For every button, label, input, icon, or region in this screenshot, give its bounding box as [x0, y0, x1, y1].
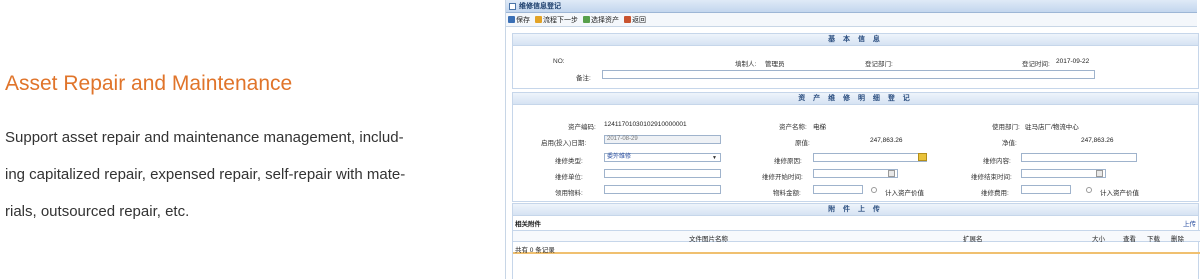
related-attachments-label: 相关附件: [515, 221, 541, 228]
back-label: 返回: [632, 16, 646, 24]
flow-next-label: 流程下一步: [543, 16, 578, 24]
repair-detail-panel: 资 产 维 修 明 细 登 记 资产编码: 124117010301029100…: [512, 92, 1199, 202]
asset-code-label: 资产编码:: [568, 124, 596, 131]
repair-unit-label: 维修单位:: [555, 174, 583, 181]
save-icon: [508, 16, 515, 23]
repair-start-input[interactable]: [813, 169, 898, 178]
form-icon: [509, 2, 516, 10]
repair-type-value: 委外维修: [607, 154, 632, 160]
orig-value-label: 原值:: [795, 140, 810, 147]
maker-value: 管理员: [765, 61, 785, 68]
attachment-panel: 附 件 上 传 相关附件 上传 文件图片名称 扩展名 大小 查看 下载 删除 共…: [512, 203, 1200, 279]
basic-info-header: 基 本 信 息: [513, 34, 1198, 46]
calendar-icon[interactable]: [888, 170, 895, 177]
promo-title: Asset Repair and Maintenance: [5, 72, 293, 95]
chevron-down-icon: ▼: [712, 155, 717, 161]
search-icon[interactable]: [918, 153, 927, 161]
promo-desc-line: rials, outsourced repair, etc.: [5, 203, 190, 220]
add-asset-value-radio[interactable]: [1086, 187, 1092, 193]
start-date-label: 启用(投入)日期:: [541, 140, 587, 147]
select-asset-label: 选择资产: [591, 16, 619, 24]
attachment-footer: 共有 0 条记录: [513, 242, 1200, 254]
material-amount-input[interactable]: [813, 185, 863, 194]
select-icon: [583, 16, 590, 23]
back-button[interactable]: 返回: [624, 15, 646, 25]
flow-icon: [535, 16, 542, 23]
material-input[interactable]: [604, 185, 721, 194]
select-asset-button[interactable]: 选择资产: [583, 15, 619, 25]
repair-end-input[interactable]: [1021, 169, 1106, 178]
net-value-value: 247,863.26: [1081, 137, 1114, 144]
repair-reason-label: 维修原因:: [774, 158, 802, 165]
no-label: NO:: [553, 58, 565, 65]
calendar-icon[interactable]: [1096, 170, 1103, 177]
repair-detail-header: 资 产 维 修 明 细 登 记: [513, 93, 1198, 105]
repair-form-window: 维修信息登记 保存 流程下一步 选择资产 返回 基 本 信 息 NO: 填制人:…: [505, 0, 1200, 279]
toolbar: 保存 流程下一步 选择资产 返回: [506, 13, 1197, 27]
repair-fee-input[interactable]: [1021, 185, 1071, 194]
maker-label: 填制人:: [735, 61, 757, 68]
record-count: 共有 0 条记录: [515, 247, 555, 254]
repair-type-select[interactable]: 委外维修 ▼: [604, 153, 721, 162]
attachment-header: 附 件 上 传: [513, 204, 1198, 216]
repair-end-label: 维修结束时间:: [971, 174, 1012, 181]
attachment-table-header: 文件图片名称 扩展名 大小 查看 下载 删除: [513, 230, 1200, 243]
repair-start-label: 维修开始时间:: [762, 174, 803, 181]
related-attachments-bar: 相关附件 上传: [513, 218, 1200, 228]
promo-desc-line: Support asset repair and maintenance man…: [5, 129, 404, 146]
save-label: 保存: [516, 16, 530, 24]
use-dept-label: 使用部门:: [992, 124, 1020, 131]
orig-value-value: 247,863.26: [870, 137, 903, 144]
flow-next-button[interactable]: 流程下一步: [535, 15, 578, 25]
remark-input[interactable]: [602, 70, 1095, 79]
material-amount-label: 物料金额:: [773, 190, 801, 197]
promo-description: Support asset repair and maintenance man…: [5, 119, 445, 230]
window-title: 维修信息登记: [519, 3, 561, 10]
back-icon: [624, 16, 631, 23]
material-label: 领用物料:: [555, 190, 583, 197]
upload-link[interactable]: 上传: [1183, 218, 1196, 228]
repair-reason-input[interactable]: [813, 153, 927, 162]
asset-code-value: 12411701030102910000001: [604, 121, 687, 128]
add-asset-value-label: 计入资产价值: [1100, 190, 1139, 197]
repair-content-input[interactable]: [1021, 153, 1137, 162]
repair-type-label: 维修类型:: [555, 158, 583, 165]
date-value: 2017-09-22: [1056, 58, 1090, 65]
start-date-input[interactable]: 2017-08-29: [604, 135, 721, 144]
repair-content-label: 维修内容:: [983, 158, 1011, 165]
promo-desc-line: ing capitalized repair, expensed repair,…: [5, 166, 406, 183]
asset-name-value: 电梯: [813, 124, 826, 131]
repair-fee-label: 维修费用:: [981, 190, 1009, 197]
net-value-label: 净值:: [1002, 140, 1017, 147]
asset-name-label: 资产名称:: [779, 124, 807, 131]
use-dept-value: 驻马店厂/物流中心: [1025, 124, 1079, 131]
save-button[interactable]: 保存: [508, 15, 530, 25]
add-asset-value-label: 计入资产价值: [885, 190, 924, 197]
window-titlebar: 维修信息登记: [506, 0, 1197, 13]
add-asset-value-radio[interactable]: [871, 187, 877, 193]
date-label: 登记时间:: [1022, 61, 1050, 68]
repair-unit-input[interactable]: [604, 169, 721, 178]
basic-info-panel: 基 本 信 息 NO: 填制人: 管理员 登记部门: 登记时间: 2017-09…: [512, 33, 1199, 89]
remark-label: 备注:: [576, 75, 591, 82]
dept-label: 登记部门:: [865, 61, 893, 68]
